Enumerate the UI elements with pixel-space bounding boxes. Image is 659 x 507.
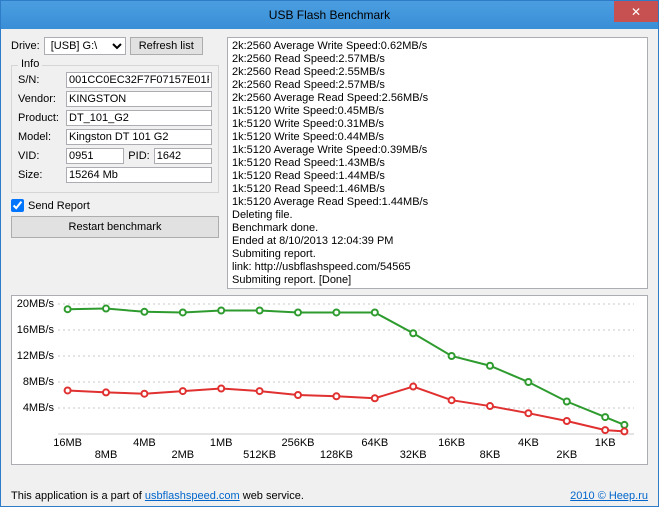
log-output[interactable]: 2k:2560 Average Write Speed:0.62MB/s 2k:… — [227, 37, 648, 289]
svg-text:1MB: 1MB — [210, 437, 233, 449]
svg-text:4MB: 4MB — [133, 437, 156, 449]
send-report-checkbox[interactable] — [11, 199, 24, 212]
svg-text:20MB/s: 20MB/s — [17, 298, 55, 310]
svg-text:16MB: 16MB — [53, 437, 82, 449]
info-group: Info S/N: Vendor: Product: Model: — [11, 65, 219, 193]
svg-text:16MB/s: 16MB/s — [17, 324, 55, 336]
svg-text:2KB: 2KB — [556, 449, 577, 461]
svg-text:256KB: 256KB — [281, 437, 314, 449]
svg-text:32KB: 32KB — [400, 449, 427, 461]
product-label: Product: — [18, 112, 62, 124]
sn-label: S/N: — [18, 74, 62, 86]
content-area: Drive: [USB] G:\ Refresh list Info S/N: … — [1, 29, 658, 488]
window-title: USB Flash Benchmark — [269, 8, 390, 22]
svg-text:1KB: 1KB — [595, 437, 616, 449]
svg-text:512KB: 512KB — [243, 449, 276, 461]
send-report-label: Send Report — [28, 200, 90, 212]
close-icon: ✕ — [631, 5, 641, 19]
footer: This application is a part of usbflashsp… — [1, 488, 658, 506]
restart-button[interactable]: Restart benchmark — [11, 216, 219, 238]
close-button[interactable]: ✕ — [614, 1, 658, 22]
model-field[interactable] — [66, 129, 212, 145]
drive-label: Drive: — [11, 40, 40, 52]
svg-text:64KB: 64KB — [361, 437, 388, 449]
drive-select[interactable]: [USB] G:\ — [44, 37, 126, 55]
size-field[interactable] — [66, 167, 212, 183]
model-label: Model: — [18, 131, 62, 143]
titlebar[interactable]: USB Flash Benchmark ✕ — [1, 1, 658, 29]
info-legend: Info — [18, 58, 42, 70]
svg-text:8MB/s: 8MB/s — [23, 376, 55, 388]
product-field[interactable] — [66, 110, 212, 126]
size-label: Size: — [18, 169, 62, 181]
pid-label: PID: — [128, 150, 149, 162]
footer-right[interactable]: 2010 © Heep.ru — [570, 490, 648, 502]
svg-text:8MB: 8MB — [95, 449, 118, 461]
svg-text:2MB: 2MB — [171, 449, 194, 461]
chart: 4MB/s 8MB/s 12MB/s 16MB/s 20MB/s 16MB 8MB 4MB 2M… — [11, 295, 648, 465]
svg-text:128KB: 128KB — [320, 449, 353, 461]
svg-text:4MB/s: 4MB/s — [23, 402, 55, 414]
svg-text:8KB: 8KB — [480, 449, 501, 461]
vendor-label: Vendor: — [18, 93, 62, 105]
sn-field[interactable] — [66, 72, 212, 88]
footer-link[interactable]: usbflashspeed.com — [145, 490, 240, 502]
vendor-field[interactable] — [66, 91, 212, 107]
refresh-button[interactable]: Refresh list — [130, 37, 203, 55]
vid-field[interactable] — [66, 148, 124, 164]
svg-text:4KB: 4KB — [518, 437, 539, 449]
pid-field[interactable] — [154, 148, 212, 164]
chart-svg: 4MB/s 8MB/s 12MB/s 16MB/s 20MB/s 16MB 8MB 4MB 2M… — [12, 296, 644, 462]
app-window: USB Flash Benchmark ✕ Drive: [USB] G:\ R… — [0, 0, 659, 507]
svg-text:16KB: 16KB — [438, 437, 465, 449]
footer-left: This application is a part of usbflashsp… — [11, 490, 304, 502]
vid-label: VID: — [18, 150, 62, 162]
svg-text:12MB/s: 12MB/s — [17, 350, 55, 362]
